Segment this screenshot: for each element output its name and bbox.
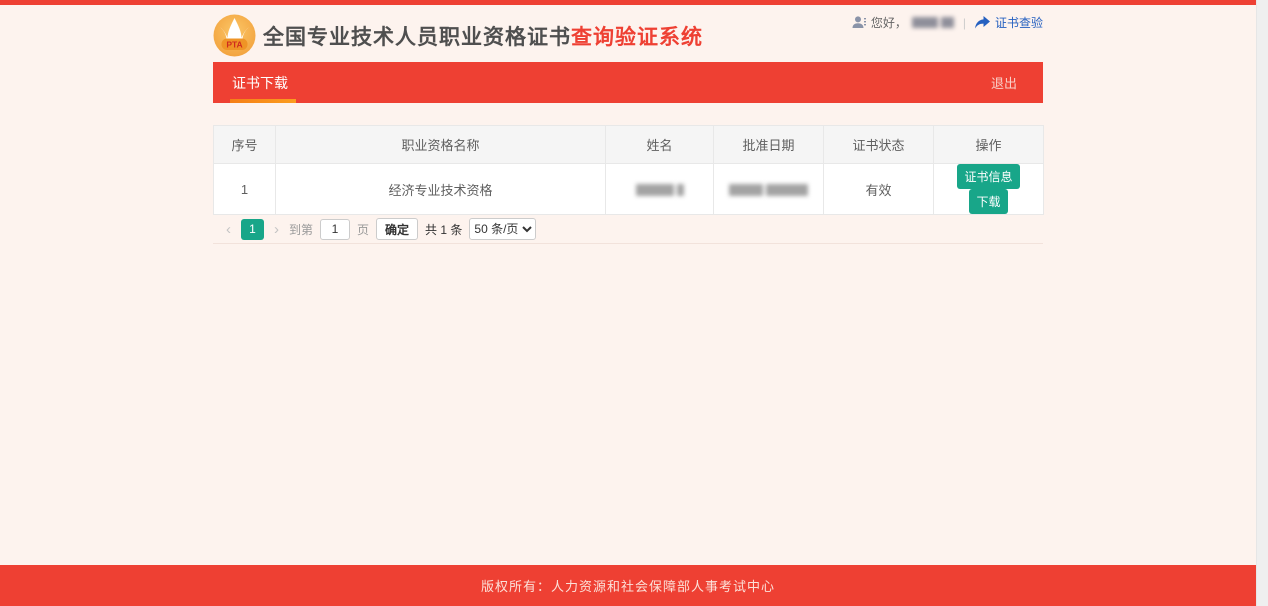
page-number-input[interactable] <box>320 219 350 240</box>
active-tab-underline <box>230 99 296 103</box>
col-header-status: 证书状态 <box>824 126 934 164</box>
pagination-bar: ‹ 1 › 到第 页 确定 共 1 条 50 条/页 <box>213 215 1043 244</box>
cell-qualification: 经济专业技术资格 <box>276 164 606 215</box>
user-info: 您好， | 证书查验 <box>852 14 1043 31</box>
tab-certificate-download[interactable]: 证书下载 <box>213 62 307 103</box>
table-row: 1 经济专业技术资格 有效 证书信息下载 <box>214 164 1044 215</box>
cell-approval-date <box>714 164 824 215</box>
col-header-qualification: 职业资格名称 <box>276 126 606 164</box>
redacted-username <box>912 17 954 28</box>
confirm-page-button[interactable]: 确定 <box>376 218 418 240</box>
page-title: 全国专业技术人员职业资格证书查询验证系统 <box>263 21 703 51</box>
goto-label: 到第 <box>289 221 313 238</box>
page-title-main: 全国专业技术人员职业资格证书 <box>263 26 571 49</box>
certificate-info-button[interactable]: 证书信息 <box>957 164 1019 189</box>
footer: 版权所有：人力资源和社会保障部人事考试中心 <box>0 565 1256 606</box>
col-header-actions: 操作 <box>934 126 1044 164</box>
download-button[interactable]: 下载 <box>969 189 1007 214</box>
certificate-verify-link[interactable]: 证书查验 <box>995 14 1043 31</box>
pta-logo-text: PTA <box>226 40 242 50</box>
logout-button[interactable]: 退出 <box>991 73 1017 92</box>
table-header-row: 序号 职业资格名称 姓名 批准日期 证书状态 操作 <box>214 126 1044 164</box>
site-header: PTA 全国专业技术人员职业资格证书查询验证系统 您好， | 证书查验 <box>213 5 1043 62</box>
prev-page-button[interactable]: ‹ <box>223 222 234 237</box>
greeting-label: 您好， <box>871 14 907 31</box>
vertical-scrollbar[interactable] <box>1256 0 1268 606</box>
certificates-table: 序号 职业资格名称 姓名 批准日期 证书状态 操作 1 经济专业技术资格 <box>213 125 1044 215</box>
share-arrow-icon <box>975 16 990 29</box>
nav-bar: 证书下载 退出 <box>213 62 1043 103</box>
current-page-button[interactable]: 1 <box>241 219 264 240</box>
page-size-select[interactable]: 50 条/页 <box>469 218 536 240</box>
col-header-index: 序号 <box>214 126 276 164</box>
page-unit-label: 页 <box>357 221 369 238</box>
cell-actions: 证书信息下载 <box>934 164 1044 215</box>
main-content: PTA 全国专业技术人员职业资格证书查询验证系统 您好， | 证书查验 <box>213 5 1043 244</box>
cell-name <box>606 164 714 215</box>
col-header-approval-date: 批准日期 <box>714 126 824 164</box>
pta-logo-icon: PTA <box>213 14 256 57</box>
next-page-button[interactable]: › <box>271 222 282 237</box>
total-count-label: 共 1 条 <box>425 221 462 238</box>
page-title-accent: 查询验证系统 <box>571 26 703 49</box>
user-icon <box>852 16 866 29</box>
col-header-name: 姓名 <box>606 126 714 164</box>
cell-status: 有效 <box>824 164 934 215</box>
separator: | <box>963 16 966 30</box>
table-container: 序号 职业资格名称 姓名 批准日期 证书状态 操作 1 经济专业技术资格 <box>213 125 1043 244</box>
cell-index: 1 <box>214 164 276 215</box>
copyright-text: 版权所有：人力资源和社会保障部人事考试中心 <box>481 576 775 595</box>
tab-label: 证书下载 <box>232 73 288 93</box>
redacted-name <box>636 184 684 196</box>
redacted-date <box>729 184 808 196</box>
